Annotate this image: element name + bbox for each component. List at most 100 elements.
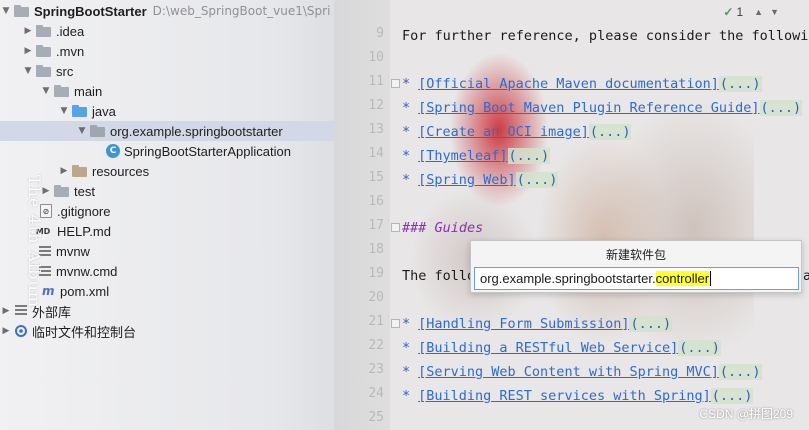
- tree-item-label: resources: [92, 163, 150, 179]
- tree-item-gitignore[interactable]: ⊘ .gitignore: [0, 201, 390, 221]
- editor-line: * [Create an OCI image] (...): [402, 122, 632, 142]
- doc-link[interactable]: [Thymeleaf]: [418, 148, 507, 164]
- package-name-prefix: org.example.springbootstarter.: [480, 271, 656, 286]
- line-number: 19: [368, 266, 384, 281]
- line-number: 24: [368, 386, 384, 401]
- chevron-down-icon[interactable]: ▼: [58, 106, 70, 116]
- maven-file-icon: m: [42, 284, 55, 298]
- folded-url[interactable]: (...): [759, 100, 803, 116]
- tree-item-label: HELP.md: [57, 223, 111, 239]
- tree-item-label: java: [92, 103, 116, 119]
- tree-item-label: main: [74, 83, 103, 99]
- tree-item-package[interactable]: ▼ org.example.springbootstarter: [0, 121, 334, 141]
- album-watermark: The 4th Album: [25, 175, 44, 308]
- tree-item-test[interactable]: ▶ test: [0, 181, 390, 201]
- line-number: 10: [368, 50, 384, 65]
- tree-root-label: SpringBootStarter: [34, 3, 147, 19]
- folded-url[interactable]: (...): [629, 316, 673, 332]
- package-name-input[interactable]: org.example.springbootstarter. controller: [474, 267, 799, 290]
- folded-url[interactable]: (...): [588, 124, 632, 140]
- editor-line: * [Building a RESTful Web Service] (...): [402, 338, 721, 358]
- tree-item-src[interactable]: ▼ src: [0, 61, 390, 81]
- editor-line: * [Official Apache Maven documentation] …: [402, 74, 762, 94]
- intro-text: For further reference, please consider t…: [402, 28, 809, 44]
- inspection-widget[interactable]: ✓ 1 ▲ ▼: [723, 5, 779, 19]
- tree-item-external-libraries[interactable]: ▶ 外部库: [0, 301, 390, 321]
- markdown-editor[interactable]: 9 10 11 12 13 14 15 16 17 18 19 20 21 22…: [334, 0, 809, 430]
- new-package-popup: 新建软件包 org.example.springbootstarter. cont…: [470, 240, 802, 293]
- tree-item-scratches[interactable]: ▶ 临时文件和控制台: [0, 321, 390, 341]
- chevron-right-icon[interactable]: ▶: [0, 326, 12, 336]
- line-number: 21: [368, 314, 384, 329]
- guide-link[interactable]: [Building REST services with Spring]: [418, 388, 711, 404]
- chevron-up-icon[interactable]: ▲: [754, 7, 763, 17]
- folded-url[interactable]: (...): [710, 388, 754, 404]
- line-number: 22: [368, 338, 384, 353]
- guide-link[interactable]: [Building a RESTful Web Service]: [418, 340, 678, 356]
- tree-item-label: 临时文件和控制台: [32, 324, 137, 340]
- tree-item-mvn[interactable]: ▶ .mvn: [0, 41, 390, 61]
- line-number: 23: [368, 362, 384, 377]
- list-bullet: *: [402, 76, 411, 92]
- chevron-down-icon[interactable]: ▼: [40, 86, 52, 96]
- folded-url[interactable]: (...): [515, 172, 559, 188]
- editor-line: * [Thymeleaf] (...): [402, 146, 551, 166]
- line-number: 14: [368, 146, 384, 161]
- list-bullet: *: [402, 124, 411, 140]
- folded-url[interactable]: (...): [678, 340, 721, 356]
- tree-root-springbootstarter[interactable]: ▼ SpringBootStarter D:\web_SpringBoot_vu…: [0, 1, 390, 21]
- tree-item-idea[interactable]: ▶ .idea: [0, 21, 390, 41]
- list-bullet: *: [402, 148, 411, 164]
- chevron-right-icon[interactable]: ▶: [22, 26, 34, 36]
- doc-link[interactable]: [Official Apache Maven documentation]: [418, 76, 719, 92]
- tree-root-path: D:\web_SpringBoot_vue1\Spri: [152, 4, 331, 18]
- guide-link[interactable]: [Serving Web Content with Spring MVC]: [418, 364, 719, 380]
- scratches-icon: [14, 324, 28, 338]
- chevron-down-icon[interactable]: ▼: [22, 66, 34, 76]
- resources-folder-icon: [72, 164, 88, 178]
- tree-item-pom-xml[interactable]: m pom.xml: [0, 281, 390, 301]
- chevron-right-icon[interactable]: ▶: [0, 306, 12, 316]
- editor-line: * [Building REST services with Spring] (…: [402, 386, 754, 406]
- source-credit: CSDN @拼图209: [699, 407, 793, 421]
- line-number: 9: [376, 26, 384, 41]
- line-number: 17: [368, 218, 384, 233]
- project-tree: ▼ SpringBootStarter D:\web_SpringBoot_vu…: [0, 0, 390, 430]
- list-bullet: *: [402, 388, 411, 404]
- chevron-right-icon[interactable]: ▶: [22, 46, 34, 56]
- tree-item-mvnw-cmd[interactable]: mvnw.cmd: [0, 261, 390, 281]
- tree-item-java[interactable]: ▼ java: [0, 101, 390, 121]
- editor-line: * [Spring Boot Maven Plugin Reference Gu…: [402, 98, 803, 118]
- guide-link[interactable]: [Handling Form Submission]: [418, 316, 629, 332]
- check-icon: ✓: [723, 5, 734, 19]
- fold-marker[interactable]: [391, 79, 400, 88]
- chevron-down-icon[interactable]: ▼: [0, 6, 12, 16]
- package-name-highlight: controller: [655, 271, 710, 286]
- fold-marker[interactable]: [391, 319, 400, 328]
- doc-link[interactable]: [Create an OCI image]: [418, 124, 589, 140]
- folded-url[interactable]: (...): [507, 148, 551, 164]
- tree-item-label: org.example.springbootstarter: [110, 123, 283, 139]
- chevron-down-icon[interactable]: ▼: [76, 126, 88, 136]
- fold-marker[interactable]: [391, 223, 400, 232]
- chevron-down-icon[interactable]: ▼: [770, 7, 779, 17]
- tree-item-label: pom.xml: [60, 283, 110, 299]
- chevron-right-icon[interactable]: ▶: [58, 166, 70, 176]
- tree-item-label: .gitignore: [57, 203, 111, 219]
- tree-item-resources[interactable]: ▶ resources: [0, 161, 390, 181]
- tree-item-help-md[interactable]: MD HELP.md: [0, 221, 390, 241]
- folded-url[interactable]: (...): [718, 364, 762, 380]
- tree-item-label: test: [74, 183, 95, 199]
- doc-link[interactable]: [Spring Boot Maven Plugin Reference Guid…: [418, 100, 759, 116]
- tree-item-mvnw[interactable]: mvnw: [0, 241, 390, 261]
- editor-line: ### Guides: [402, 218, 483, 238]
- folded-url[interactable]: (...): [718, 76, 762, 92]
- line-number: 25: [368, 410, 384, 425]
- tree-item-main[interactable]: ▼ main: [0, 81, 390, 101]
- folder-icon: [36, 64, 52, 78]
- line-number: 13: [368, 122, 384, 137]
- tree-item-application-class[interactable]: C SpringBootStarterApplication: [0, 141, 390, 161]
- guides-intro-text: The follo: [402, 268, 476, 284]
- doc-link[interactable]: [Spring Web]: [418, 172, 516, 188]
- editor-line: For further reference, please consider t…: [402, 26, 809, 46]
